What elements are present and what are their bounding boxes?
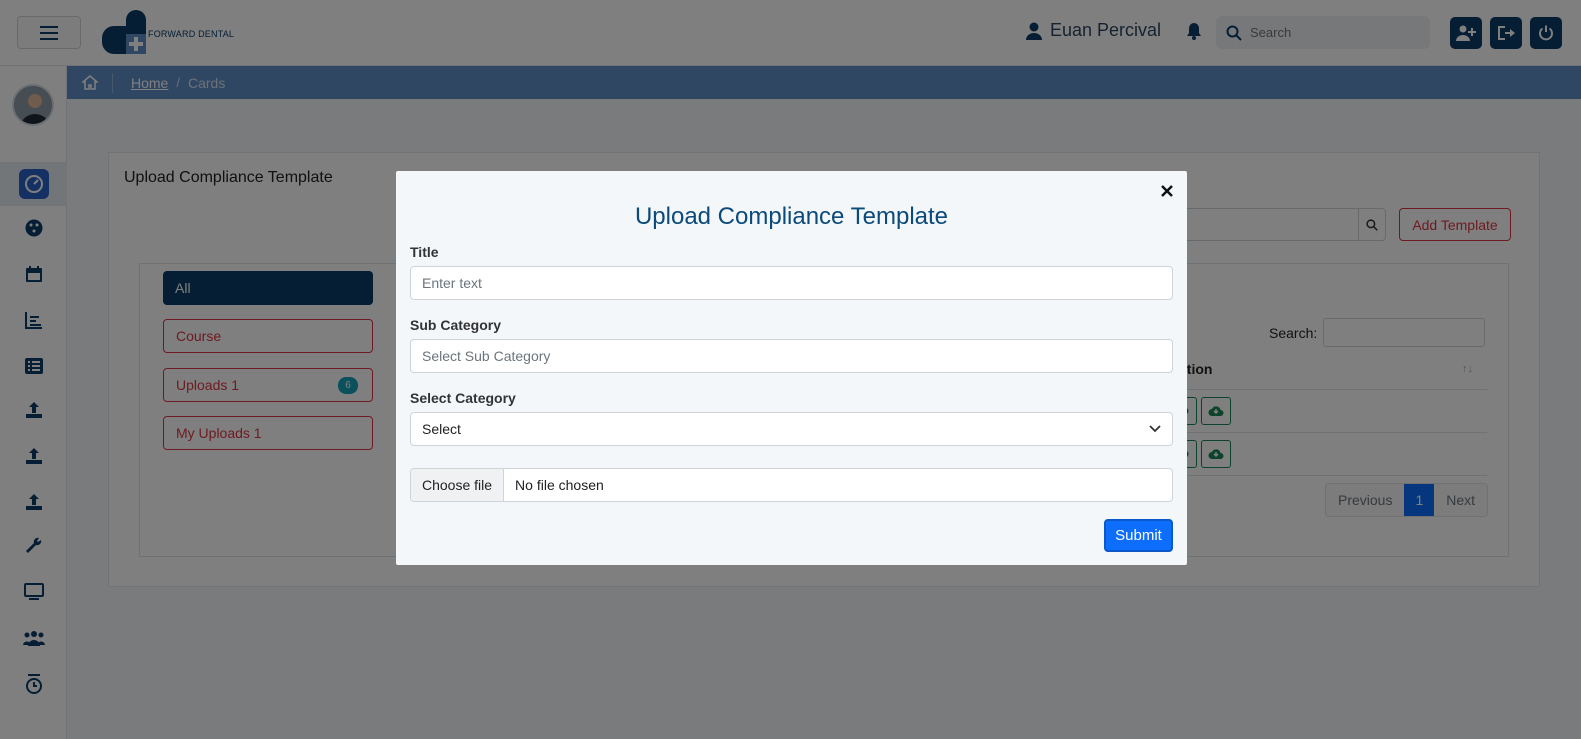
chevron-down-icon bbox=[1149, 425, 1161, 433]
title-label: Title bbox=[410, 244, 439, 260]
title-input[interactable] bbox=[410, 266, 1173, 300]
modal-title: Upload Compliance Template bbox=[634, 203, 949, 230]
category-selected-value: Select bbox=[422, 421, 461, 437]
sub-category-input[interactable] bbox=[410, 339, 1173, 373]
file-status: No file chosen bbox=[515, 477, 604, 493]
choose-file-button[interactable]: Choose file bbox=[411, 469, 505, 501]
close-button[interactable] bbox=[1157, 181, 1177, 201]
file-input[interactable]: Choose file No file chosen bbox=[410, 468, 1173, 502]
close-icon bbox=[1161, 185, 1173, 197]
category-label: Select Category bbox=[410, 390, 516, 406]
submit-button[interactable]: Submit bbox=[1104, 519, 1173, 552]
upload-template-modal: Upload Compliance Template Title Sub Cat… bbox=[396, 171, 1187, 565]
category-select[interactable]: Select bbox=[410, 412, 1173, 446]
sub-category-label: Sub Category bbox=[410, 317, 502, 333]
